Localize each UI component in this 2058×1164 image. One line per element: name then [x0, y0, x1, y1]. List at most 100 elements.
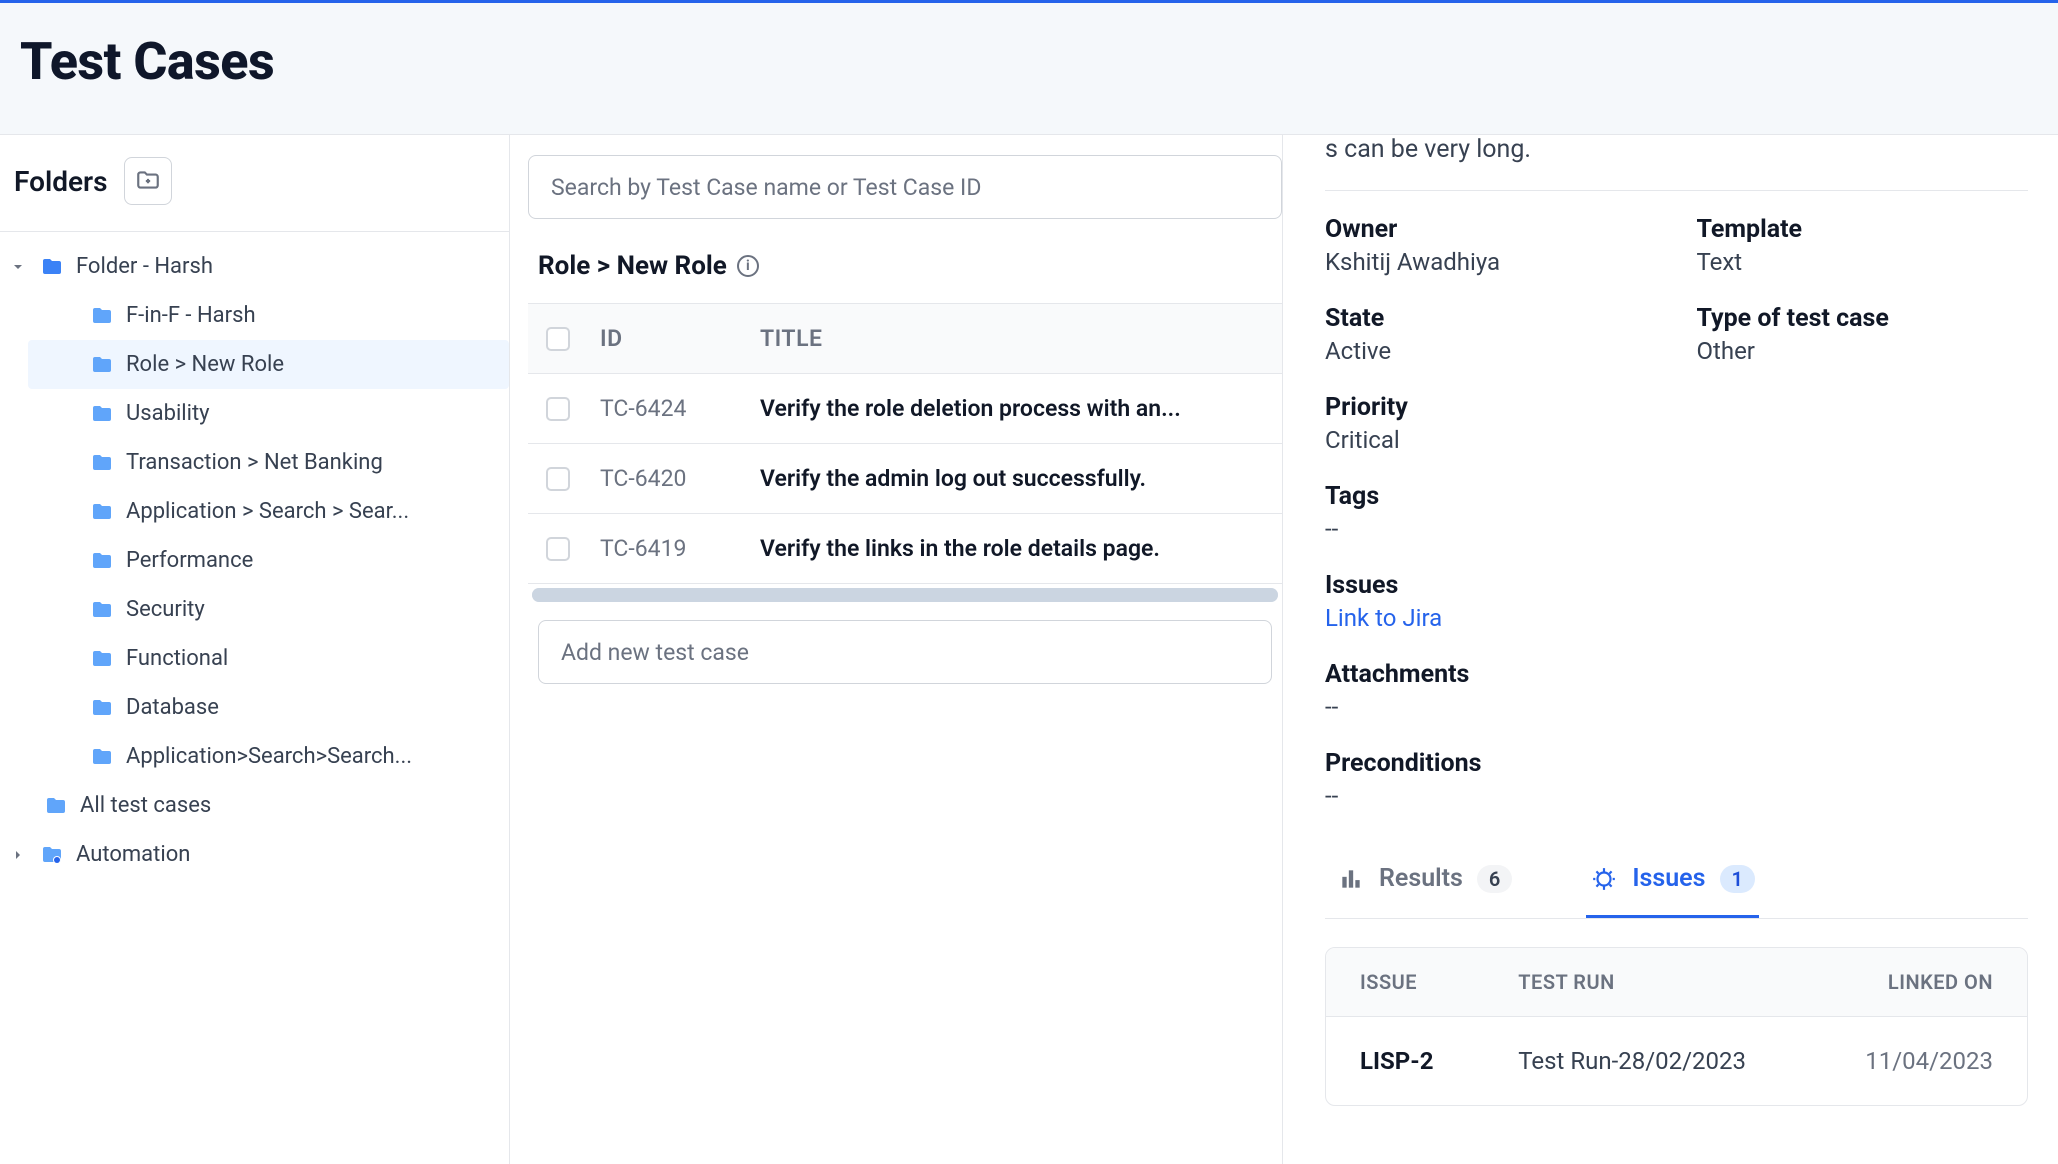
meta-label: Tags	[1325, 482, 2028, 511]
search-placeholder: Search by Test Case name or Test Case ID	[551, 174, 981, 201]
tree-item-child[interactable]: Application>Search>Search...	[0, 732, 509, 781]
table-row[interactable]: TC-6419 Verify the links in the role det…	[528, 514, 1282, 584]
meta-label: Issues	[1325, 571, 2028, 600]
tree-item-child-active[interactable]: Role > New Role	[28, 340, 509, 389]
meta-label: Template	[1697, 215, 2029, 244]
meta-label: Type of test case	[1697, 304, 2029, 333]
meta-label: Priority	[1325, 393, 2028, 422]
add-testcase-placeholder: Add new test case	[561, 639, 749, 666]
scrollbar-thumb[interactable]	[532, 588, 1278, 602]
add-testcase-input[interactable]: Add new test case	[538, 620, 1272, 684]
folder-icon	[90, 696, 114, 720]
horizontal-scrollbar[interactable]	[532, 588, 1278, 602]
chevron-down-icon	[8, 259, 28, 275]
table-row[interactable]: TC-6420 Verify the admin log out success…	[528, 444, 1282, 514]
cell-id: TC-6424	[588, 395, 748, 422]
tree-label: F-in-F - Harsh	[126, 303, 256, 328]
issues-table-header: ISSUE TEST RUN LINKED ON	[1326, 948, 2027, 1017]
tab-label: Results	[1379, 864, 1463, 893]
folder-icon	[90, 598, 114, 622]
meta-value: --	[1325, 693, 2028, 721]
cell-issue: LISP-2	[1360, 1047, 1518, 1075]
meta-owner: Owner Kshitij Awadhiya	[1325, 215, 1657, 276]
details-panel: s can be very long. Owner Kshitij Awadhi…	[1282, 135, 2058, 1164]
folder-gear-icon	[40, 843, 64, 867]
folder-icon	[90, 745, 114, 769]
tree-item-child[interactable]: Functional	[0, 634, 509, 683]
info-icon[interactable]: i	[737, 255, 759, 277]
meta-attachments: Attachments --	[1325, 660, 2028, 721]
meta-value: --	[1325, 782, 2028, 810]
meta-priority: Priority Critical	[1325, 393, 2028, 454]
tree-label: Application > Search > Sear...	[126, 499, 409, 524]
test-case-list: Search by Test Case name or Test Case ID…	[510, 135, 1282, 1164]
col-linked: LINKED ON	[1806, 970, 1993, 994]
tree-label: Application>Search>Search...	[126, 744, 412, 769]
page-title: Test Cases	[20, 31, 2038, 92]
cell-linked: 11/04/2023	[1806, 1047, 1993, 1075]
col-id: ID	[588, 325, 748, 352]
table-row[interactable]: TC-6424 Verify the role deletion process…	[528, 374, 1282, 444]
meta-value: --	[1325, 515, 2028, 543]
tab-results[interactable]: Results 6	[1333, 846, 1516, 918]
folder-icon	[40, 255, 64, 279]
folder-icon	[90, 451, 114, 475]
tree-label: Security	[126, 597, 205, 622]
tree-item-child[interactable]: Usability	[0, 389, 509, 438]
meta-type: Type of test case Other	[1697, 304, 2029, 365]
tree-item-child[interactable]: Application > Search > Sear...	[0, 487, 509, 536]
tab-issues[interactable]: Issues 1	[1586, 846, 1759, 918]
col-title: TITLE	[748, 325, 1282, 352]
chevron-right-icon	[8, 847, 28, 863]
meta-label: Attachments	[1325, 660, 2028, 689]
test-case-table: ID TITLE TC-6424 Verify the role deletio…	[528, 303, 1282, 584]
tree-item-all[interactable]: All test cases	[0, 781, 509, 830]
cell-title: Verify the role deletion process with an…	[748, 395, 1282, 422]
tree-label: Usability	[126, 401, 210, 426]
issues-table-row[interactable]: LISP-2 Test Run-28/02/2023 11/04/2023	[1326, 1017, 2027, 1105]
divider	[1325, 190, 2028, 191]
jira-link[interactable]: Link to Jira	[1325, 604, 2028, 632]
meta-tags: Tags --	[1325, 482, 2028, 543]
folder-tree: Folder - Harsh F-in-F - Harsh Role > New…	[0, 231, 509, 879]
select-all-checkbox[interactable]	[546, 327, 570, 351]
row-checkbox[interactable]	[546, 397, 570, 421]
cell-id: TC-6420	[588, 465, 748, 492]
folder-icon	[90, 304, 114, 328]
bar-chart-icon	[1337, 865, 1365, 893]
tree-item-child[interactable]: Security	[0, 585, 509, 634]
row-checkbox[interactable]	[546, 537, 570, 561]
folder-icon	[90, 353, 114, 377]
tree-item-child[interactable]: Performance	[0, 536, 509, 585]
tree-item-child[interactable]: F-in-F - Harsh	[0, 291, 509, 340]
meta-value: Text	[1697, 248, 2029, 276]
tree-label: Automation	[76, 842, 190, 867]
meta-state: State Active	[1325, 304, 1657, 365]
meta-label: State	[1325, 304, 1657, 333]
table-header: ID TITLE	[528, 304, 1282, 374]
breadcrumb-text: Role > New Role	[538, 251, 727, 281]
folders-title: Folders	[14, 165, 108, 198]
cell-title: Verify the links in the role details pag…	[748, 535, 1282, 562]
tree-label: Transaction > Net Banking	[126, 450, 383, 475]
search-input[interactable]: Search by Test Case name or Test Case ID	[528, 155, 1282, 219]
meta-label: Preconditions	[1325, 749, 2028, 778]
add-folder-icon	[135, 167, 161, 196]
folder-icon	[90, 500, 114, 524]
page-header: Test Cases	[0, 3, 2058, 135]
details-tabs: Results 6 Issues 1	[1325, 846, 2028, 919]
meta-label: Owner	[1325, 215, 1657, 244]
tree-item-automation[interactable]: Automation	[0, 830, 509, 879]
tree-item-child[interactable]: Database	[0, 683, 509, 732]
col-run: TEST RUN	[1518, 970, 1806, 994]
tree-item-root[interactable]: Folder - Harsh	[0, 242, 509, 291]
cell-id: TC-6419	[588, 535, 748, 562]
meta-value: Kshitij Awadhiya	[1325, 248, 1657, 276]
row-checkbox[interactable]	[546, 467, 570, 491]
meta-template: Template Text	[1697, 215, 2029, 276]
tree-label: Folder - Harsh	[76, 254, 213, 279]
add-folder-button[interactable]	[124, 157, 172, 205]
tree-label: All test cases	[80, 793, 211, 818]
tree-item-child[interactable]: Transaction > Net Banking	[0, 438, 509, 487]
sidebar: Folders	[0, 135, 510, 1164]
